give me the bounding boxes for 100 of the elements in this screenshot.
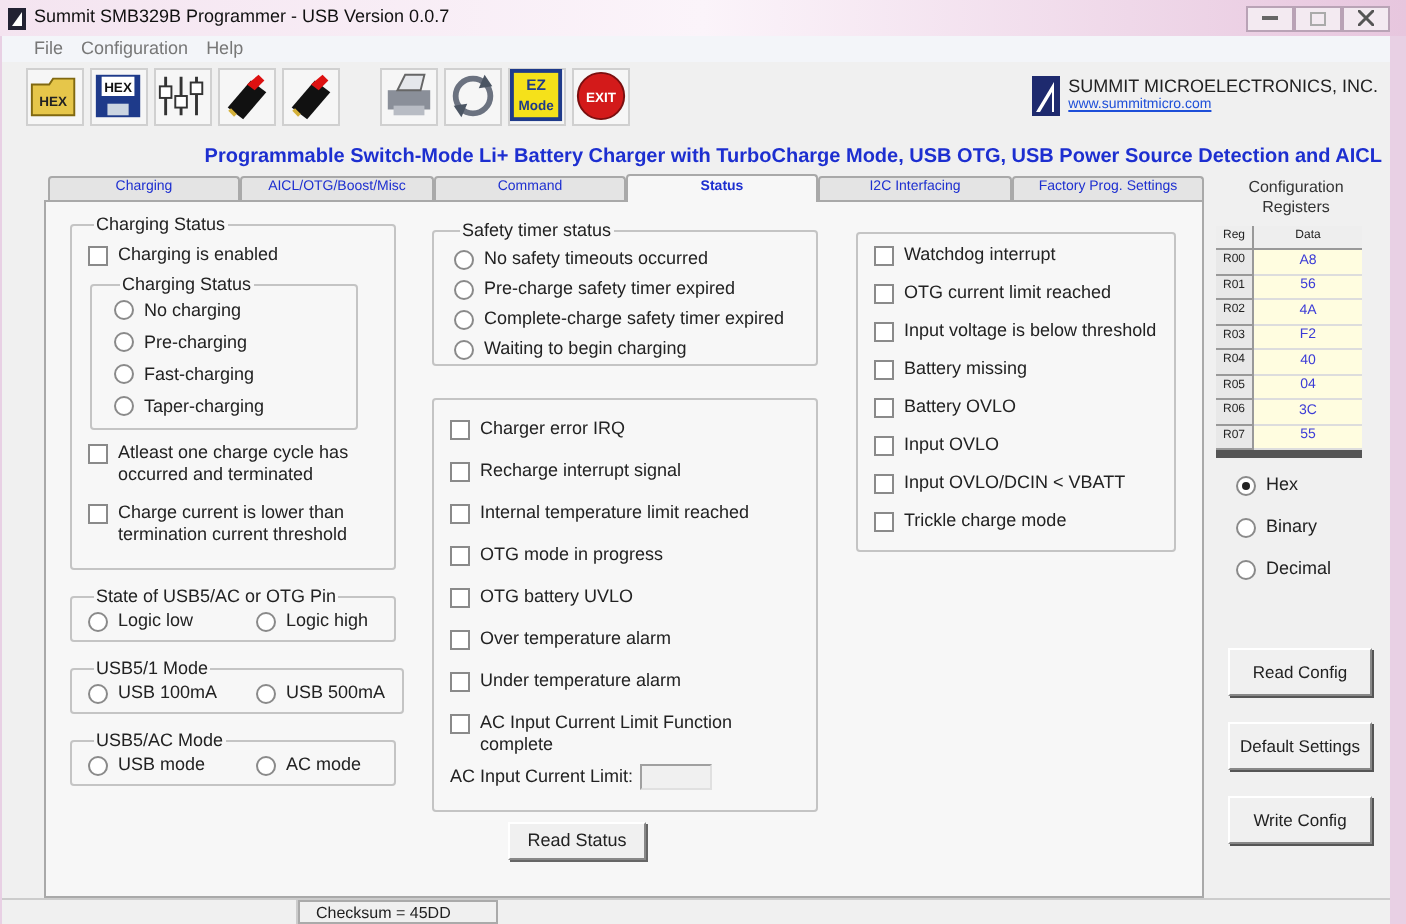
checkbox[interactable] <box>874 322 894 342</box>
radio-button[interactable] <box>454 249 474 269</box>
group-title: USB5/AC Mode <box>94 730 226 750</box>
checkbox-label: Charging is enabled <box>118 244 279 266</box>
checkbox-label: Charge current is lower than termination current threshold <box>118 502 350 546</box>
checkbox-label: Watchdog interrupt <box>904 244 1056 266</box>
radio-label: Pre-charging <box>144 331 248 353</box>
minimize-button[interactable] <box>1246 5 1294 31</box>
menu-item[interactable]: Configuration <box>81 35 189 63</box>
app-icon <box>8 7 26 29</box>
group-title: Charging Status <box>120 274 254 294</box>
maximize-icon <box>1310 11 1326 25</box>
company-logo-icon <box>1032 76 1061 116</box>
checkbox-label: Input voltage is below threshold <box>904 320 1157 342</box>
minimize-icon <box>1262 16 1278 20</box>
toolbar-button[interactable] <box>282 67 340 125</box>
radio-button[interactable] <box>114 364 134 384</box>
checkbox-label: Trickle charge mode <box>904 510 1067 532</box>
checkbox-label: OTG current limit reached <box>904 282 1112 304</box>
checkbox[interactable] <box>874 512 894 532</box>
group-title: Charging Status <box>94 214 228 234</box>
checkbox-label: OTG mode in progress <box>480 544 664 566</box>
field-label: AC Input Current Limit: <box>450 764 634 790</box>
radio-button[interactable] <box>88 755 108 775</box>
side-button[interactable]: Read Config <box>1228 648 1372 696</box>
status-field: Checksum = 45DD <box>298 900 498 924</box>
checkbox-label: Battery OVLO <box>904 396 1017 418</box>
input-field[interactable] <box>639 764 712 791</box>
checkbox[interactable] <box>450 462 470 482</box>
group-title: Safety timer status <box>460 220 614 240</box>
radio-button[interactable] <box>1236 559 1256 579</box>
menu-item[interactable]: Help <box>206 35 244 63</box>
radio-label: Logic high <box>286 610 369 632</box>
checkbox-label: Internal temperature limit reached <box>480 502 750 524</box>
radio-label: Binary <box>1266 516 1318 538</box>
checkbox[interactable] <box>88 444 108 464</box>
company-name: SUMMIT MICROELECTRONICS, INC. <box>1068 76 1378 96</box>
checkbox[interactable] <box>450 504 470 524</box>
checkbox[interactable] <box>450 630 470 650</box>
radio-label: Pre-charge safety timer expired <box>484 278 736 300</box>
radio-button[interactable] <box>114 300 134 320</box>
checkbox[interactable] <box>450 546 470 566</box>
toolbar-button[interactable] <box>444 67 502 125</box>
radio-button[interactable] <box>1236 517 1256 537</box>
checkbox[interactable] <box>874 246 894 266</box>
radio-label: USB 100mA <box>118 682 218 704</box>
checkbox-label: Charger error IRQ <box>480 418 626 440</box>
radio-label: Fast-charging <box>144 363 255 385</box>
radio-label: Logic low <box>118 610 194 632</box>
radio-label: USB 500mA <box>286 682 386 704</box>
radio-label: AC mode <box>286 754 362 776</box>
radio-button[interactable] <box>88 611 108 631</box>
radio-button[interactable] <box>256 611 276 631</box>
read-status-button[interactable]: Read Status <box>508 822 646 860</box>
menu-item[interactable]: File <box>34 35 64 63</box>
side-button[interactable]: Write Config <box>1228 796 1372 844</box>
radio-button[interactable] <box>114 396 134 416</box>
radio-label: Waiting to begin charging <box>484 338 687 360</box>
checkbox[interactable] <box>874 436 894 456</box>
radio-button[interactable] <box>454 309 474 329</box>
radio-label: Complete-charge safety timer expired <box>484 308 785 330</box>
checkbox[interactable] <box>874 398 894 418</box>
group-title: State of USB5/AC or OTG Pin <box>94 586 339 606</box>
checkbox[interactable] <box>450 588 470 608</box>
radio-button[interactable] <box>256 683 276 703</box>
toolbar-button[interactable] <box>218 67 276 125</box>
radio-label: Taper-charging <box>144 395 265 417</box>
checkbox[interactable] <box>450 420 470 440</box>
panel-title: Configuration Registers <box>1246 178 1346 218</box>
radio-label: USB mode <box>118 754 206 776</box>
checkbox[interactable] <box>874 360 894 380</box>
checkbox-label: Battery missing <box>904 358 1028 380</box>
group-title: USB5/1 Mode <box>94 658 211 678</box>
radio-label: No charging <box>144 299 242 321</box>
radio-button[interactable] <box>114 332 134 352</box>
checkbox[interactable] <box>874 474 894 494</box>
window-title: Summit SMB329B Programmer - USB Version 0.0.7 <box>34 4 450 31</box>
checkbox-label: OTG battery UVLO <box>480 586 634 608</box>
heading-text: Programmable Switch-Mode Li+ Battery Charger with TurboCharge Mode, USB OTG, USB Power Source Detection and AICL <box>202 144 1384 172</box>
radio-button[interactable] <box>454 339 474 359</box>
close-button[interactable] <box>1342 5 1390 31</box>
checkbox[interactable] <box>874 284 894 304</box>
checkbox[interactable] <box>88 504 108 524</box>
checkbox-label: Input OVLO/DCIN < VBATT <box>904 472 1126 494</box>
radio-button[interactable] <box>1236 475 1256 495</box>
close-icon <box>1358 10 1374 26</box>
radio-label: Hex <box>1266 474 1299 496</box>
radio-label: No safety timeouts occurred <box>484 248 709 270</box>
checkbox[interactable] <box>450 672 470 692</box>
checkbox-label: Over temperature alarm <box>480 628 672 650</box>
radio-button[interactable] <box>256 755 276 775</box>
side-button[interactable]: Default Settings <box>1228 722 1372 770</box>
checkbox-label: AC Input Current Limit Function complete <box>480 712 735 756</box>
checkbox[interactable] <box>450 714 470 734</box>
radio-button[interactable] <box>88 683 108 703</box>
radio-button[interactable] <box>454 279 474 299</box>
checkbox-label: Recharge interrupt signal <box>480 460 682 482</box>
checkbox-label: Atleast one charge cycle has occurred and terminated <box>118 442 351 486</box>
checkbox-label: Under temperature alarm <box>480 670 682 692</box>
checkbox[interactable] <box>88 246 108 266</box>
